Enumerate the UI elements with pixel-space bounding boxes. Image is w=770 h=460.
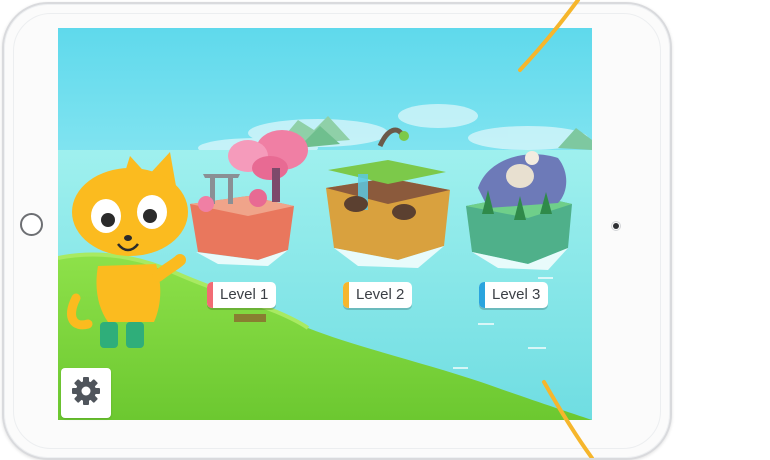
decorative-arc <box>518 0 594 458</box>
